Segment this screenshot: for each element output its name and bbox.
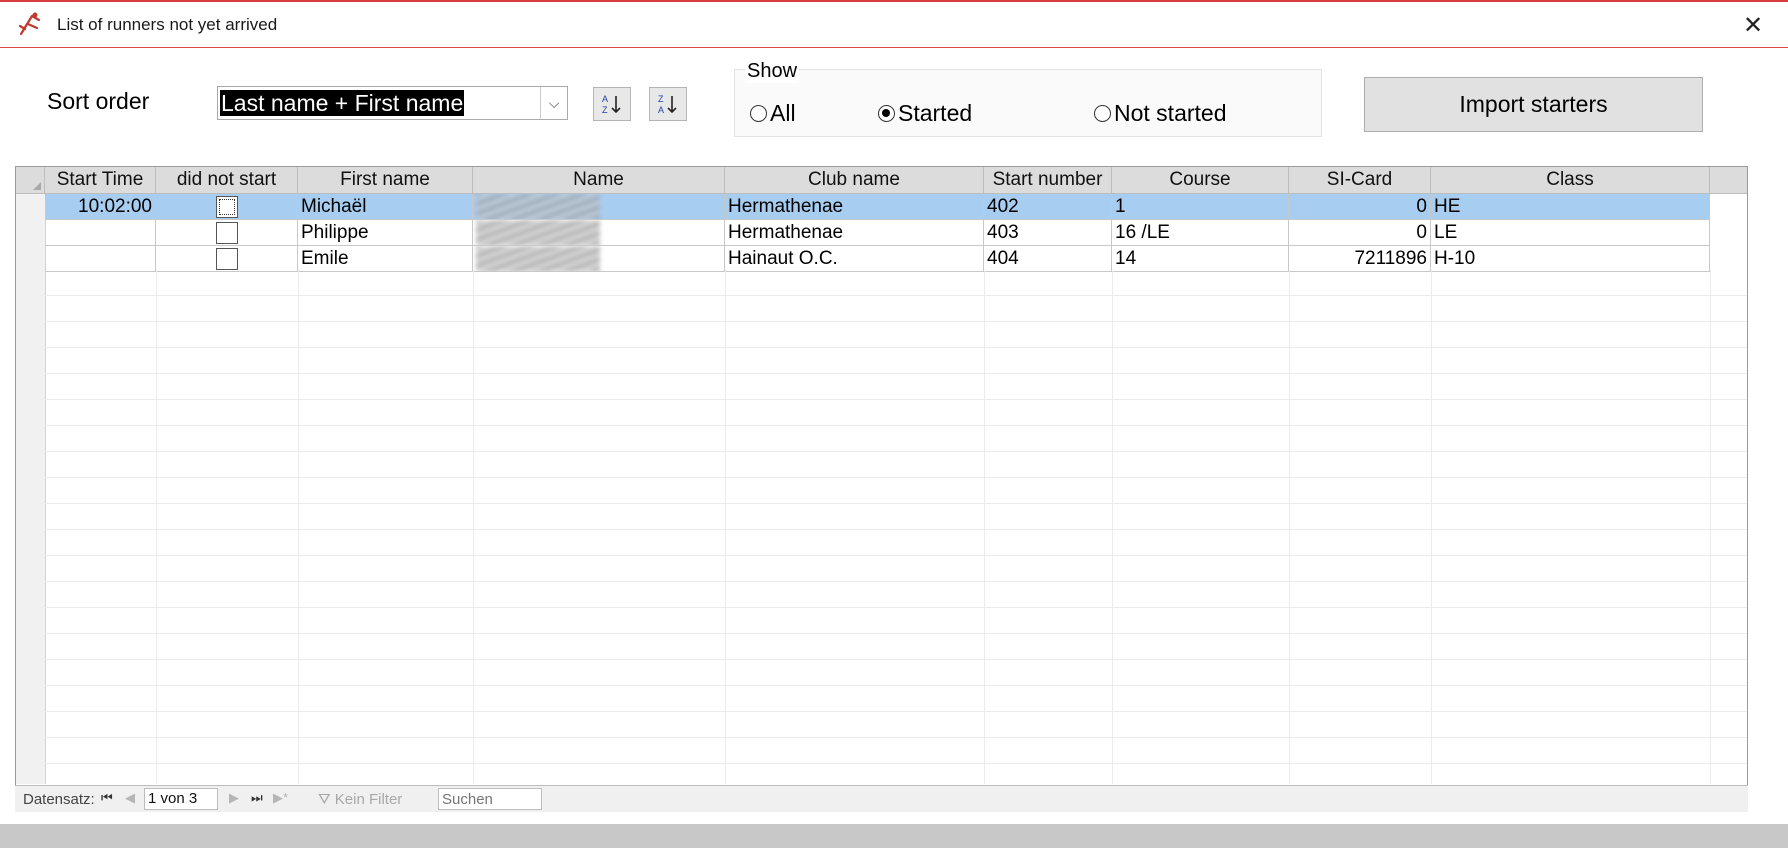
cell-start-time[interactable] — [45, 246, 156, 272]
column-header-name[interactable]: Name — [473, 167, 725, 194]
grid-divider — [156, 270, 157, 784]
cell-course[interactable]: 16 /LE — [1112, 220, 1289, 246]
radio-all[interactable]: All — [750, 100, 796, 127]
redacted-name — [476, 220, 600, 245]
window-title: List of runners not yet arrived — [57, 15, 278, 34]
next-record-icon[interactable]: ▶ — [229, 790, 239, 806]
svg-text:Z: Z — [658, 94, 664, 104]
show-group-title: Show — [745, 60, 800, 83]
cell-start-number[interactable]: 402 — [984, 194, 1112, 220]
column-header-filler — [1710, 167, 1747, 194]
empty-grid-area — [45, 270, 1747, 784]
grid-divider — [1112, 270, 1113, 784]
new-record-icon[interactable]: ▶* — [273, 790, 288, 806]
radio-not-started-label: Not started — [1114, 100, 1227, 126]
svg-text:Z: Z — [602, 105, 608, 115]
cell-first-name[interactable]: Philippe — [298, 220, 473, 246]
sort-order-label: Sort order — [47, 88, 150, 114]
cell-club-name[interactable]: Hainaut O.C. — [725, 246, 984, 272]
window: List of runners not yet arrived ✕ Sort o… — [0, 0, 1788, 848]
status-bar — [0, 824, 1788, 848]
cell-first-name[interactable]: Michaël — [298, 194, 473, 220]
did-not-start-checkbox[interactable] — [215, 222, 238, 244]
close-icon[interactable]: ✕ — [1738, 10, 1768, 40]
did-not-start-checkbox[interactable] — [215, 196, 238, 218]
radio-started-indicator[interactable] — [878, 105, 895, 122]
cell-si-card[interactable]: 7211896 — [1289, 246, 1431, 272]
column-header-club-name[interactable]: Club name — [725, 167, 984, 194]
grid-divider — [725, 270, 726, 784]
cell-start-time[interactable]: 10:02:00 — [45, 194, 156, 220]
cell-club-name[interactable]: Hermathenae — [725, 194, 984, 220]
cell-class[interactable]: LE — [1431, 220, 1710, 246]
cell-start-number[interactable]: 403 — [984, 220, 1112, 246]
cell-did-not-start[interactable] — [156, 246, 298, 272]
grid-divider — [1431, 270, 1432, 784]
search-input[interactable] — [438, 788, 542, 810]
column-header-first-name[interactable]: First name — [298, 167, 473, 194]
title-bar: List of runners not yet arrived ✕ — [0, 2, 1788, 48]
cell-class[interactable]: HE — [1431, 194, 1710, 220]
chevron-down-icon[interactable]: ⌵ — [540, 87, 567, 119]
record-navigation-bar: Datensatz: ⏮ ◀ 1 von 3 ▶ ⏭ ▶* ⛛ Kein Fil… — [15, 785, 1748, 812]
sort-ascending-button[interactable]: A Z — [593, 87, 631, 121]
record-position-field[interactable]: 1 von 3 — [144, 788, 218, 810]
cell-name[interactable] — [473, 220, 725, 246]
cell-name[interactable] — [473, 194, 725, 220]
grid-divider — [984, 270, 985, 784]
column-header-start-number[interactable]: Start number — [984, 167, 1112, 194]
import-starters-button[interactable]: Import starters — [1364, 77, 1703, 132]
cell-start-number[interactable]: 404 — [984, 246, 1112, 272]
cell-class[interactable]: H-10 — [1431, 246, 1710, 272]
cell-course[interactable]: 1 — [1112, 194, 1289, 220]
sort-order-dropdown[interactable]: Last name + First name ⌵ — [217, 86, 568, 120]
filter-label: Kein Filter — [334, 791, 403, 808]
cell-first-name[interactable]: Emile — [298, 246, 473, 272]
select-all-corner[interactable] — [16, 167, 45, 194]
radio-started-label: Started — [898, 100, 973, 126]
last-record-icon[interactable]: ⏭ — [251, 790, 263, 806]
record-label: Datensatz: — [23, 791, 95, 808]
cell-course[interactable]: 14 — [1112, 246, 1289, 272]
cell-si-card[interactable]: 0 — [1289, 220, 1431, 246]
cell-start-time[interactable] — [45, 220, 156, 246]
record-selector-column — [16, 167, 46, 784]
grid-divider — [1289, 270, 1290, 784]
show-filter-group — [734, 69, 1322, 137]
column-header-course[interactable]: Course — [1112, 167, 1289, 194]
radio-all-label: All — [770, 100, 796, 126]
previous-record-icon[interactable]: ◀ — [125, 790, 135, 806]
cell-did-not-start[interactable] — [156, 194, 298, 220]
first-record-icon[interactable]: ⏮ — [101, 790, 113, 806]
radio-not-started-indicator[interactable] — [1094, 105, 1111, 122]
cell-club-name[interactable]: Hermathenae — [725, 220, 984, 246]
runner-app-icon — [18, 12, 41, 36]
no-filter-toggle[interactable]: ⛛ Kein Filter — [318, 791, 402, 808]
column-header-class[interactable]: Class — [1431, 167, 1710, 194]
column-header-si-card[interactable]: SI-Card — [1289, 167, 1431, 194]
grid-divider — [473, 270, 474, 784]
redacted-name — [476, 246, 600, 271]
svg-text:A: A — [602, 94, 608, 104]
redacted-name — [476, 194, 600, 219]
sort-descending-button[interactable]: Z A — [649, 87, 687, 121]
radio-all-indicator[interactable] — [750, 105, 767, 122]
grid-divider — [298, 270, 299, 784]
radio-started[interactable]: Started — [878, 100, 972, 127]
cell-did-not-start[interactable] — [156, 220, 298, 246]
grid-divider — [1710, 270, 1711, 784]
sort-descending-icon: Z A — [658, 94, 677, 115]
runners-grid: Start Time did not start First name Name… — [15, 166, 1748, 811]
radio-not-started[interactable]: Not started — [1094, 100, 1227, 127]
column-header-start-time[interactable]: Start Time — [45, 167, 156, 194]
cell-si-card[interactable]: 0 — [1289, 194, 1431, 220]
sort-order-value: Last name + First name — [220, 90, 465, 116]
sort-ascending-icon: A Z — [602, 94, 621, 115]
cell-name[interactable] — [473, 246, 725, 272]
svg-text:A: A — [658, 105, 664, 115]
column-header-did-not-start[interactable]: did not start — [156, 167, 298, 194]
filter-off-icon: ⛛ — [318, 791, 331, 808]
did-not-start-checkbox[interactable] — [215, 248, 238, 270]
